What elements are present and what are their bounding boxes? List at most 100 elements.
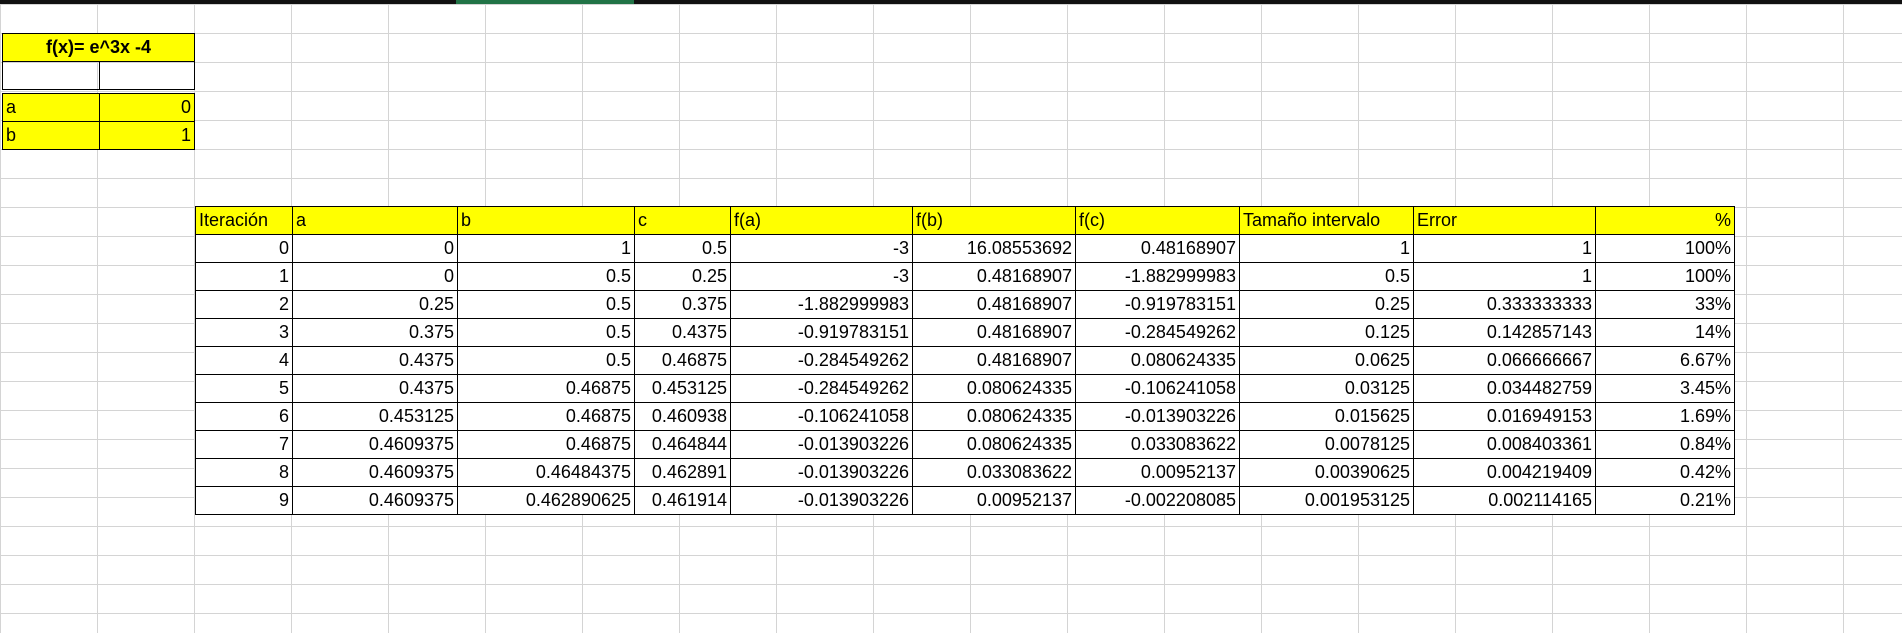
cell-fb[interactable]: 0.48168907 (912, 262, 1076, 291)
cell-a[interactable]: 0.453125 (292, 402, 458, 431)
empty-cell[interactable] (99, 61, 195, 90)
cell-b[interactable]: 1 (457, 234, 635, 263)
cell-fa[interactable]: -0.106241058 (730, 402, 913, 431)
cell-tamano-intervalo[interactable]: 0.125 (1239, 318, 1414, 347)
cell-percent[interactable]: 3.45% (1595, 374, 1735, 403)
cell-a[interactable]: 0.4375 (292, 346, 458, 375)
cell-fc[interactable]: -0.106241058 (1075, 374, 1240, 403)
cell-c[interactable]: 0.460938 (634, 402, 731, 431)
param-b-label[interactable]: b (2, 121, 100, 150)
header-tamano-intervalo[interactable]: Tamaño intervalo (1239, 206, 1414, 235)
cell-b[interactable]: 0.5 (457, 346, 635, 375)
cell-a[interactable]: 0.4375 (292, 374, 458, 403)
cell-fa[interactable]: -3 (730, 234, 913, 263)
cell-error[interactable]: 0.333333333 (1413, 290, 1596, 319)
spreadsheet-grid[interactable]: f(x)= e^3x -4 a 0 b 1 Iteración a b c f(a) f(… (0, 0, 1902, 633)
header-a[interactable]: a (292, 206, 458, 235)
cell-iteracion[interactable]: 1 (195, 262, 293, 291)
cell-error[interactable]: 0.066666667 (1413, 346, 1596, 375)
cell-percent[interactable]: 100% (1595, 234, 1735, 263)
cell-fc[interactable]: 0.00952137 (1075, 458, 1240, 487)
cell-fb[interactable]: 0.033083622 (912, 458, 1076, 487)
cell-b[interactable]: 0.46484375 (457, 458, 635, 487)
cell-tamano-intervalo[interactable]: 0.03125 (1239, 374, 1414, 403)
cell-fc[interactable]: 0.033083622 (1075, 430, 1240, 459)
cell-a[interactable]: 0.4609375 (292, 458, 458, 487)
empty-cell[interactable] (2, 61, 100, 90)
cell-fb[interactable]: 0.080624335 (912, 374, 1076, 403)
header-error[interactable]: Error (1413, 206, 1596, 235)
cell-percent[interactable]: 1.69% (1595, 402, 1735, 431)
cell-fc[interactable]: -1.882999983 (1075, 262, 1240, 291)
cell-fc[interactable]: -0.919783151 (1075, 290, 1240, 319)
cell-tamano-intervalo[interactable]: 0.0625 (1239, 346, 1414, 375)
cell-percent[interactable]: 0.42% (1595, 458, 1735, 487)
cell-percent[interactable]: 100% (1595, 262, 1735, 291)
cell-fc[interactable]: -0.002208085 (1075, 486, 1240, 515)
cell-iteracion[interactable]: 2 (195, 290, 293, 319)
cell-iteracion[interactable]: 5 (195, 374, 293, 403)
cell-tamano-intervalo[interactable]: 0.0078125 (1239, 430, 1414, 459)
cell-fb[interactable]: 16.08553692 (912, 234, 1076, 263)
function-title-cell[interactable]: f(x)= e^3x -4 (2, 33, 195, 62)
param-a-label[interactable]: a (2, 93, 100, 122)
cell-fb[interactable]: 0.48168907 (912, 318, 1076, 347)
cell-fa[interactable]: -0.013903226 (730, 486, 913, 515)
param-b-value[interactable]: 1 (99, 121, 195, 150)
cell-iteracion[interactable]: 8 (195, 458, 293, 487)
header-percent[interactable]: % (1595, 206, 1735, 235)
cell-a[interactable]: 0.4609375 (292, 430, 458, 459)
cell-error[interactable]: 0.004219409 (1413, 458, 1596, 487)
cell-b[interactable]: 0.5 (457, 290, 635, 319)
cell-b[interactable]: 0.5 (457, 262, 635, 291)
cell-fb[interactable]: 0.48168907 (912, 346, 1076, 375)
cell-fa[interactable]: -0.013903226 (730, 458, 913, 487)
cell-fc[interactable]: -0.013903226 (1075, 402, 1240, 431)
cell-error[interactable]: 0.034482759 (1413, 374, 1596, 403)
header-fb[interactable]: f(b) (912, 206, 1076, 235)
cell-fa[interactable]: -0.284549262 (730, 374, 913, 403)
cell-fb[interactable]: 0.080624335 (912, 402, 1076, 431)
cell-c[interactable]: 0.46875 (634, 346, 731, 375)
cell-b[interactable]: 0.46875 (457, 402, 635, 431)
cell-iteracion[interactable]: 9 (195, 486, 293, 515)
cell-fa[interactable]: -0.013903226 (730, 430, 913, 459)
cell-c[interactable]: 0.5 (634, 234, 731, 263)
header-c[interactable]: c (634, 206, 731, 235)
cell-tamano-intervalo[interactable]: 0.25 (1239, 290, 1414, 319)
cell-percent[interactable]: 6.67% (1595, 346, 1735, 375)
cell-fc[interactable]: 0.080624335 (1075, 346, 1240, 375)
cell-percent[interactable]: 14% (1595, 318, 1735, 347)
cell-fc[interactable]: -0.284549262 (1075, 318, 1240, 347)
cell-c[interactable]: 0.453125 (634, 374, 731, 403)
cell-a[interactable]: 0.375 (292, 318, 458, 347)
cell-fa[interactable]: -0.919783151 (730, 318, 913, 347)
cell-percent[interactable]: 33% (1595, 290, 1735, 319)
header-fc[interactable]: f(c) (1075, 206, 1240, 235)
cell-a[interactable]: 0 (292, 262, 458, 291)
cell-a[interactable]: 0.25 (292, 290, 458, 319)
cell-error[interactable]: 1 (1413, 262, 1596, 291)
cell-tamano-intervalo[interactable]: 0.015625 (1239, 402, 1414, 431)
header-fa[interactable]: f(a) (730, 206, 913, 235)
cell-fb[interactable]: 0.080624335 (912, 430, 1076, 459)
cell-percent[interactable]: 0.84% (1595, 430, 1735, 459)
cell-fa[interactable]: -1.882999983 (730, 290, 913, 319)
cell-c[interactable]: 0.375 (634, 290, 731, 319)
cell-c[interactable]: 0.464844 (634, 430, 731, 459)
cell-fb[interactable]: 0.48168907 (912, 290, 1076, 319)
cell-iteracion[interactable]: 4 (195, 346, 293, 375)
cell-iteracion[interactable]: 3 (195, 318, 293, 347)
cell-b[interactable]: 0.5 (457, 318, 635, 347)
cell-error[interactable]: 0.142857143 (1413, 318, 1596, 347)
cell-b[interactable]: 0.462890625 (457, 486, 635, 515)
header-b[interactable]: b (457, 206, 635, 235)
cell-fb[interactable]: 0.00952137 (912, 486, 1076, 515)
cell-error[interactable]: 0.008403361 (1413, 430, 1596, 459)
cell-error[interactable]: 1 (1413, 234, 1596, 263)
cell-tamano-intervalo[interactable]: 0.001953125 (1239, 486, 1414, 515)
cell-a[interactable]: 0 (292, 234, 458, 263)
cell-b[interactable]: 0.46875 (457, 374, 635, 403)
header-iteracion[interactable]: Iteración (195, 206, 293, 235)
cell-tamano-intervalo[interactable]: 1 (1239, 234, 1414, 263)
